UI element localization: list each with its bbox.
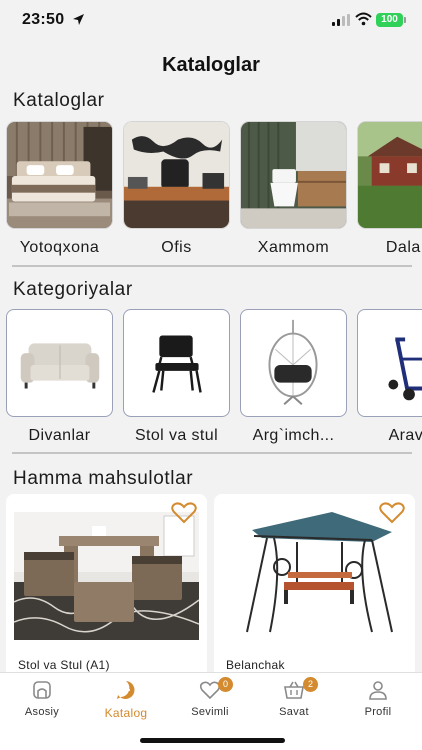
category-image-sofas [6, 309, 113, 417]
status-bar: 23:50 100 [0, 0, 422, 40]
home-indicator [140, 738, 285, 743]
battery-indicator: 100 [376, 13, 406, 27]
catalog-image-country [357, 121, 422, 229]
category-label: Arava [388, 427, 422, 444]
category-image-swings [240, 309, 347, 417]
favorites-count-badge: 0 [218, 677, 233, 692]
tab-cart[interactable]: 2 Savat [252, 677, 336, 718]
categories-section-title: Kategoriyalar [13, 279, 133, 300]
tab-profile[interactable]: Profil [336, 679, 420, 718]
catalog-card-bathroom[interactable]: Xammom [240, 121, 347, 257]
status-time: 23:50 [22, 11, 65, 28]
category-image-chairs [123, 309, 230, 417]
favorite-heart-icon[interactable] [379, 502, 405, 524]
catalog-card-office[interactable]: Ofis [123, 121, 230, 257]
wifi-icon [355, 12, 372, 26]
category-card-carts[interactable]: Arava [357, 309, 422, 445]
products-section-title: Hamma mahsulotlar [13, 468, 194, 489]
catalog-image-office [123, 121, 230, 229]
category-image-carts [357, 309, 422, 417]
tab-label: Asosiy [24, 706, 60, 718]
category-card-sofas[interactable]: Divanlar [6, 309, 113, 445]
category-label: Arg`imch... [252, 427, 335, 444]
basket-icon [284, 681, 304, 699]
catalog-card-bedroom[interactable]: Yotoqxona [6, 121, 113, 257]
location-arrow-icon [73, 14, 84, 25]
page-title: Kataloglar [162, 54, 260, 76]
tab-label: Sevimli [191, 706, 229, 718]
section-divider [12, 452, 412, 454]
tab-label: Savat [279, 706, 309, 718]
tab-home[interactable]: Asosiy [0, 679, 84, 718]
catalog-label: Ofis [161, 239, 192, 256]
tab-label: Profil [364, 706, 392, 718]
home-icon [33, 681, 51, 699]
tab-favorites[interactable]: 0 Sevimli [168, 677, 252, 718]
product-name: Belanchak [226, 658, 285, 672]
catalog-label: Xammom [257, 239, 330, 256]
product-card-table-chairs[interactable]: Stol va Stul (A1) [6, 494, 207, 684]
product-name: Stol va Stul (A1) [18, 658, 110, 672]
product-image-table-chairs [14, 512, 199, 640]
section-divider [12, 265, 412, 267]
cart-count-badge: 2 [303, 677, 318, 692]
catalog-label: Yotoqxona [19, 239, 100, 256]
product-image-swing [222, 512, 407, 640]
category-label: Stol va stul [134, 427, 219, 444]
catalog-icon [117, 681, 135, 699]
catalogs-section-title: Kataloglar [13, 90, 105, 111]
favorite-heart-icon[interactable] [171, 502, 197, 524]
category-card-swings[interactable]: Arg`imch... [240, 309, 347, 445]
catalog-label: Dala h [385, 239, 422, 256]
catalog-image-bathroom [240, 121, 347, 229]
category-card-chairs[interactable]: Stol va stul [123, 309, 230, 445]
catalogs-row[interactable]: Yotoqxona Ofis Xammom Dala [0, 121, 422, 271]
profile-icon [369, 681, 387, 700]
categories-row[interactable]: Divanlar Stol va stul Arg`imch... Arav [0, 309, 422, 459]
signal-icon [332, 14, 350, 26]
tab-catalog[interactable]: Katalog [84, 679, 168, 720]
category-label: Divanlar [28, 427, 91, 444]
tab-label: Katalog [104, 706, 148, 720]
catalog-card-country[interactable]: Dala h [357, 121, 422, 257]
product-card-swing[interactable]: Belanchak [214, 494, 415, 684]
catalog-image-bedroom [6, 121, 113, 229]
